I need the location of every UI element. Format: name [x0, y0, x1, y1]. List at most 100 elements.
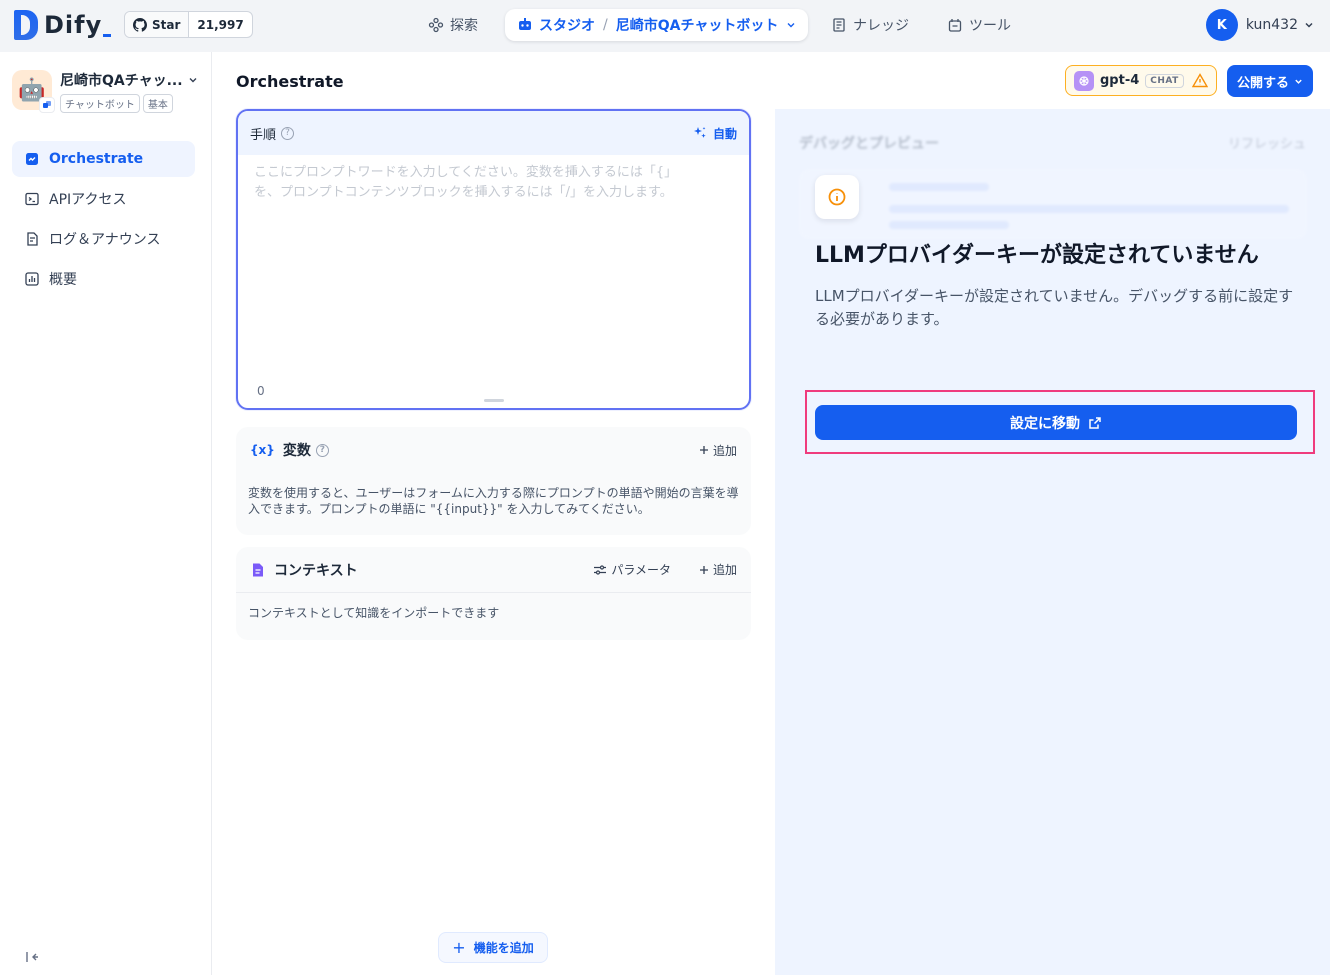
app-title-text: 尼崎市QAチャッ...: [60, 73, 182, 89]
alert-description: LLMプロバイダーキーが設定されていません。デバッグする前に設定する必要がありま…: [815, 287, 1294, 328]
logo-underscore: [103, 33, 112, 37]
chevron-down-icon[interactable]: [786, 20, 796, 30]
app-title[interactable]: 尼崎市QAチャッ...: [60, 70, 198, 90]
sidebar-item-overview[interactable]: 概要: [12, 261, 195, 297]
user-name: kun432: [1245, 17, 1298, 33]
sidebar-item-label: ログ＆アナウンス: [49, 232, 161, 248]
chevron-down-icon[interactable]: [188, 75, 198, 85]
app-type-tag: チャットボット: [60, 94, 140, 113]
sidebar-item-label: 概要: [49, 272, 77, 288]
add-feature-label: 機能を追加: [473, 941, 534, 955]
info-icon: [815, 175, 859, 219]
collapse-sidebar-icon[interactable]: [24, 949, 40, 965]
user-menu[interactable]: K kun432: [1205, 9, 1314, 41]
top-navigation-bar: Dify Star 21,997 探索 スタジオ / 尼崎市QAチャットボット …: [0, 0, 1330, 52]
robot-icon: [519, 18, 531, 30]
logo-mark-icon: [14, 10, 38, 40]
logo-text: Dify: [44, 11, 103, 39]
github-star-button[interactable]: Star 21,997: [124, 11, 253, 38]
model-mode-badge: CHAT: [1145, 73, 1184, 88]
dify-logo[interactable]: Dify: [14, 10, 112, 40]
sidebar-item-label: APIアクセス: [49, 192, 127, 208]
alert-title: LLMプロバイダーキーが設定されていません: [815, 243, 1259, 268]
prompt-editor[interactable]: 手順 ? 自動 ここにプロンプトワードを入力してください。変数を挿入するには「{…: [236, 109, 751, 410]
provider-key-alert: LLMプロバイダーキーが設定されていません LLMプロバイダーキーが設定されてい…: [815, 175, 1295, 331]
prompt-header: 手順 ? 自動: [238, 111, 749, 155]
breadcrumb-separator: /: [603, 17, 608, 33]
explore-icon: [428, 17, 444, 33]
context-params-button[interactable]: パラメータ: [593, 561, 671, 578]
context-description: コンテキストとして知識をインポートできます: [248, 606, 500, 620]
sliders-icon: [594, 564, 607, 575]
add-context-label: 追加: [712, 563, 737, 577]
auto-generate-button[interactable]: 自動: [693, 125, 737, 142]
page-title: Orchestrate: [236, 72, 344, 91]
add-variable-label: 追加: [712, 443, 737, 458]
chevron-down-icon: [1295, 79, 1302, 84]
sidebar-menu: Orchestrate APIアクセス ログ＆アナウンス 概要: [12, 141, 195, 301]
nav-knowledge[interactable]: ナレッジ: [831, 9, 909, 41]
github-star-text: Star: [152, 17, 181, 32]
tools-icon: [948, 19, 962, 32]
char-count: 0: [257, 384, 265, 398]
prompt-placeholder-line1: ここにプロンプトワードを入力してください。変数を挿入するには「{」: [254, 165, 678, 180]
debug-preview-panel: デバッグとプレビュー リフレッシュ LLMプロバイダーキーが設定されていません …: [775, 109, 1330, 975]
model-selector-button[interactable]: gpt-4 CHAT: [1065, 65, 1217, 96]
nav-tools[interactable]: ツール: [947, 9, 1011, 41]
variables-card: {x} 変数 ? 追加 変数を使用すると、ユーザーはフォームに入力する際にプロン…: [236, 427, 751, 535]
terminal-icon: [25, 192, 39, 206]
add-context-button[interactable]: 追加: [699, 561, 737, 578]
sidebar-item-orchestrate[interactable]: Orchestrate: [12, 141, 195, 177]
app-avatar: 🤖: [12, 70, 55, 113]
plus-icon: [699, 446, 708, 454]
chatbot-badge-icon: [39, 97, 55, 113]
variables-title: 変数: [282, 443, 311, 459]
add-variable-button[interactable]: 追加: [699, 442, 737, 459]
debug-panel-title: デバッグとプレビュー: [799, 136, 939, 152]
nav-explore[interactable]: 探索: [428, 9, 478, 41]
prompt-title: 手順: [250, 127, 277, 143]
chevron-down-icon: [1305, 22, 1313, 28]
main-content: Orchestrate gpt-4 CHAT 公開する 手順 ? 自動 ここにプ…: [212, 52, 1330, 975]
variable-icon: {x}: [250, 443, 275, 457]
nav-tools-label: ツール: [969, 18, 1011, 34]
sidebar-item-api-access[interactable]: APIアクセス: [12, 181, 195, 217]
sparkle-icon: [693, 127, 706, 138]
help-icon[interactable]: ?: [315, 443, 329, 457]
log-icon: [27, 232, 38, 246]
sidebar: 🤖 尼崎市QAチャッ... チャットボット 基本 Orchestrate API…: [0, 52, 212, 975]
auto-generate-label: 自動: [712, 126, 737, 141]
publish-label: 公開する: [1236, 75, 1289, 91]
book-icon: [833, 18, 845, 32]
openai-icon: [1074, 70, 1094, 91]
nav-studio-label[interactable]: スタジオ: [539, 15, 595, 35]
orchestrate-icon: [26, 153, 38, 165]
nav-explore-label: 探索: [450, 18, 478, 34]
help-icon[interactable]: ?: [281, 126, 295, 140]
nav-app-name[interactable]: 尼崎市QAチャットボット: [616, 15, 779, 35]
external-link-icon: [1089, 416, 1101, 429]
context-title: コンテキスト: [274, 562, 358, 579]
model-name: gpt-4: [1100, 73, 1140, 88]
avatar[interactable]: K: [1205, 9, 1238, 41]
chart-icon: [25, 272, 39, 286]
warning-icon: [1191, 73, 1208, 88]
publish-button[interactable]: 公開する: [1227, 65, 1313, 97]
resize-handle[interactable]: [484, 399, 504, 402]
prompt-input[interactable]: ここにプロンプトワードを入力してください。変数を挿入するには「{」 を、プロンプ…: [238, 155, 749, 211]
sidebar-item-logs[interactable]: ログ＆アナウンス: [12, 221, 195, 257]
github-star-count: 21,997: [197, 17, 244, 32]
github-star-label-area[interactable]: Star: [125, 12, 190, 37]
refresh-button: リフレッシュ: [1227, 137, 1306, 152]
go-to-settings-label: 設定に移動: [1010, 415, 1080, 432]
context-params-label: パラメータ: [611, 563, 671, 577]
github-icon: [133, 17, 147, 32]
go-to-settings-button[interactable]: 設定に移動: [815, 405, 1297, 440]
prompt-placeholder-line2: を、プロンプトコンテンツブロックを挿入するには「/」を入力します。: [254, 185, 673, 200]
sidebar-item-label: Orchestrate: [49, 151, 144, 167]
add-feature-button[interactable]: + 機能を追加: [438, 932, 548, 963]
plus-icon: +: [452, 938, 466, 957]
nav-studio[interactable]: スタジオ / 尼崎市QAチャットボット: [505, 9, 809, 41]
nav-knowledge-label: ナレッジ: [853, 18, 909, 34]
app-header[interactable]: 🤖 尼崎市QAチャッ... チャットボット 基本: [12, 70, 198, 113]
